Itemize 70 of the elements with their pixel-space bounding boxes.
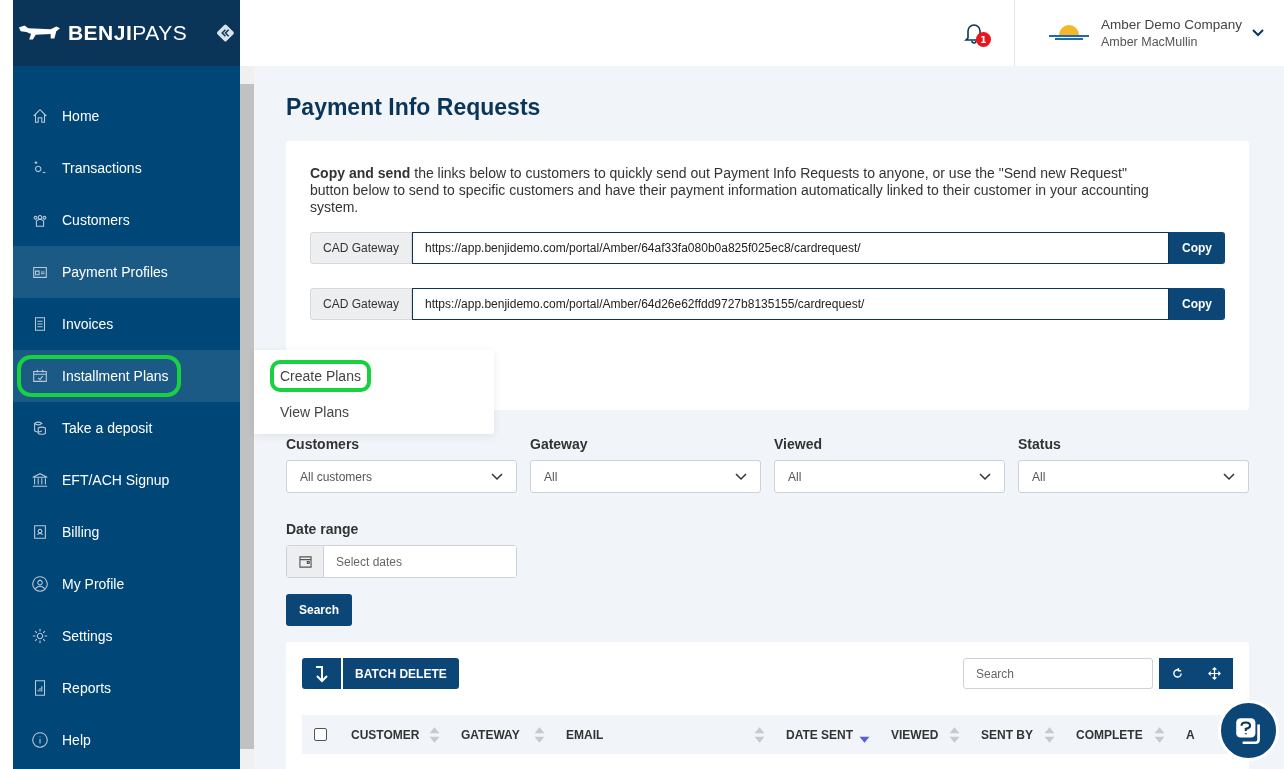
sidebar-item[interactable]: Payment Profiles: [13, 246, 240, 298]
column-header[interactable]: CUSTOMER: [351, 727, 420, 742]
company-name: Amber Demo Company: [1100, 17, 1242, 32]
page-title: Payment Info Requests: [286, 94, 542, 121]
scrollbar[interactable]: [240, 66, 254, 769]
gateway-label: CAD Gateway: [310, 232, 413, 264]
sidebar-item[interactable]: Invoices: [13, 298, 240, 350]
column-header[interactable]: A: [1186, 727, 1195, 742]
sidebar-item[interactable]: Help: [13, 714, 240, 766]
filter-label: Customers: [286, 436, 361, 452]
home-icon: [31, 107, 49, 125]
submenu-item[interactable]: Create Plans: [270, 360, 371, 392]
sunset-logo-icon: [1046, 23, 1091, 43]
filter-label: Gateway: [530, 436, 589, 452]
column-header[interactable]: COMPLETE: [1076, 727, 1143, 742]
arrow-down-icon: [313, 664, 330, 683]
search-button[interactable]: Search: [286, 594, 353, 626]
help-icon: [31, 731, 49, 749]
url-field[interactable]: https://app.benjidemo.com/portal/Amber/64d26e62ffdd9727b8135155/cardrequest/: [412, 288, 1169, 320]
chevron-down-icon: [1223, 472, 1235, 481]
sidebar-item[interactable]: Take a deposit: [13, 402, 240, 454]
profile-icon: [31, 575, 49, 593]
notification-badge: 1: [975, 32, 991, 47]
submenu-item[interactable]: View Plans: [270, 396, 359, 428]
sidebar-item[interactable]: Home: [13, 90, 240, 142]
column-header[interactable]: GATEWAY: [461, 727, 520, 742]
filter-dropdown[interactable]: All: [1018, 460, 1249, 493]
batch-delete-button[interactable]: BATCH DELETE: [343, 658, 459, 689]
bell-icon[interactable]: [963, 22, 984, 44]
date-field[interactable]: Select dates: [286, 545, 517, 578]
user-name: Amber MacMullin: [1100, 35, 1199, 49]
filter-label: Status: [1018, 436, 1062, 452]
plans-icon: [31, 367, 49, 385]
column-header[interactable]: SENT BY: [981, 727, 1033, 742]
table-search-field[interactable]: Search: [963, 658, 1153, 689]
chevron-down-icon[interactable]: [1252, 29, 1264, 37]
chevron-down-icon: [735, 472, 747, 481]
sidebar-item[interactable]: Installment Plans: [13, 350, 240, 402]
filter-label: Viewed: [774, 436, 823, 452]
sidebar-item[interactable]: Reports: [13, 662, 240, 714]
sidebar-item[interactable]: Billing: [13, 506, 240, 558]
filter-dropdown[interactable]: All customers: [286, 460, 517, 493]
copy-button[interactable]: Copy: [1169, 232, 1225, 264]
sidebar-item[interactable]: Customers: [13, 194, 240, 246]
sidebar-item[interactable]: Transactions: [13, 142, 240, 194]
select-all-checkbox[interactable]: [313, 728, 327, 741]
chevron-down-icon: [491, 472, 503, 481]
date-range-label: Date range: [286, 521, 360, 537]
sidebar-item[interactable]: Settings: [13, 610, 240, 662]
sidebar-item[interactable]: EFT/ACH Signup: [13, 454, 240, 506]
deposit-icon: [31, 419, 49, 437]
copy-button[interactable]: Copy: [1169, 288, 1225, 320]
billing-icon: [31, 523, 49, 541]
column-header[interactable]: EMAIL: [566, 727, 604, 742]
brand-logo[interactable]: BENJIPAYS: [67, 21, 188, 45]
filter-dropdown[interactable]: All: [530, 460, 761, 493]
settings-icon: [31, 627, 49, 645]
export-button[interactable]: [302, 658, 341, 689]
bank-icon: [31, 471, 49, 489]
column-header[interactable]: DATE SENT: [786, 727, 854, 742]
intro-text: Copy and send the links below to customers to quickly send out Payment Info Requests to anyone, or use the "Send new Request" button below to send to specific customers and have their payment information automatically linked to their customer in your accounting system.: [310, 165, 1150, 216]
url-field[interactable]: https://app.benjidemo.com/portal/Amber/64af33fa080b0a825f025ec8/cardrequest/: [412, 232, 1169, 264]
refresh-icon: [1172, 668, 1183, 679]
move-arrows-icon: [1208, 667, 1221, 680]
column-header[interactable]: VIEWED: [891, 727, 939, 742]
sidebar-item[interactable]: My Profile: [13, 558, 240, 610]
gateway-label: CAD Gateway: [310, 288, 413, 320]
filter-dropdown[interactable]: All: [774, 460, 1005, 493]
calendar-button[interactable]: [287, 546, 324, 577]
chevron-down-icon: [979, 472, 991, 481]
